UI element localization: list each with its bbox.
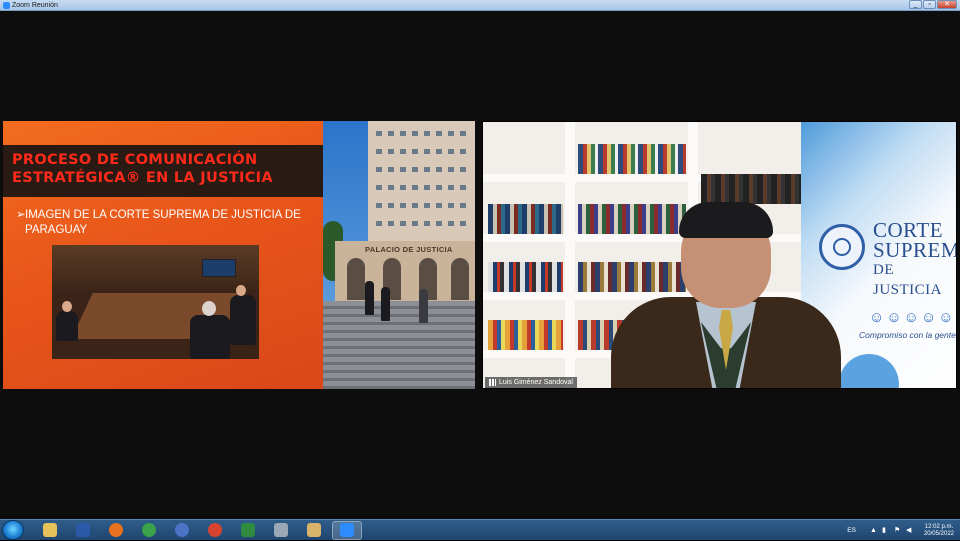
clock-date: 20/05/2022 bbox=[923, 530, 954, 537]
zoom-app-icon bbox=[3, 2, 10, 9]
slide-bullet-text: IMAGEN DE LA CORTE SUPREMA DE JUSTICIA D… bbox=[25, 209, 301, 236]
taskbar-file-explorer-button[interactable] bbox=[35, 521, 65, 540]
close-button[interactable]: ✕ bbox=[937, 0, 957, 9]
start-button[interactable] bbox=[2, 520, 24, 540]
palace-arch bbox=[347, 258, 365, 300]
minimize-button[interactable]: _ bbox=[909, 0, 922, 9]
photo-screen bbox=[202, 259, 236, 277]
taskbar-clock[interactable]: 12:02 p.m. 20/05/2022 bbox=[924, 524, 954, 538]
participant-name: Luis Giménez Sandoval bbox=[499, 379, 573, 386]
clock-time: 12:02 p.m. bbox=[924, 523, 954, 530]
zoom-icon bbox=[340, 523, 354, 537]
banner-line2: SUPREMA bbox=[873, 238, 956, 262]
photo-person-head bbox=[236, 285, 246, 296]
banner-tagline: Compromiso con la gente bbox=[859, 330, 956, 340]
window-titlebar: Zoom Reunión _ ▫ ✕ bbox=[0, 0, 960, 11]
banner-org-name: CORTE SUPREMA DE JUSTICIA bbox=[873, 218, 956, 300]
courtroom-photo bbox=[52, 245, 259, 359]
palace-sign: PALACIO DE JUSTICIA bbox=[365, 245, 453, 254]
banner-line3: DE JUSTICIA bbox=[873, 262, 943, 298]
window-controls: _ ▫ ✕ bbox=[908, 0, 957, 10]
speaker-hair bbox=[679, 202, 773, 238]
system-tray: ES ▲ ▮ ⚑ ◀ 12:02 p.m. 20/05/2022 bbox=[847, 520, 960, 541]
sun-logo-icon bbox=[839, 354, 899, 388]
taskbar-chrome-button[interactable] bbox=[134, 521, 164, 540]
palace-arch bbox=[451, 258, 469, 300]
language-indicator[interactable]: ES bbox=[847, 527, 856, 534]
court-seal-icon bbox=[819, 224, 865, 270]
participant-name-tag: Luis Giménez Sandoval bbox=[485, 377, 577, 388]
photo-person-head bbox=[62, 301, 72, 312]
audio-signal-icon bbox=[489, 379, 496, 386]
window-title: Zoom Reunión bbox=[12, 2, 58, 9]
flag-icon[interactable]: ⚑ bbox=[894, 527, 901, 534]
taskbar-people-button[interactable] bbox=[167, 521, 197, 540]
file-explorer-icon bbox=[43, 523, 57, 537]
windows-taskbar: ES ▲ ▮ ⚑ ◀ 12:02 p.m. 20/05/2022 bbox=[0, 519, 960, 540]
photo-pedestrian bbox=[381, 287, 390, 321]
chrome-icon bbox=[208, 523, 222, 537]
shared-slide: PROCESO DE COMUNICACIÓN ESTRATÉGICA® EN … bbox=[3, 121, 475, 389]
taskbar-paint-button[interactable] bbox=[299, 521, 329, 540]
people-figures-icon: ☺☺☺☺☺ bbox=[869, 309, 956, 326]
calculator-icon bbox=[274, 523, 288, 537]
word-icon bbox=[76, 523, 90, 537]
taskbar-zoom-button[interactable] bbox=[332, 520, 362, 540]
photo-person bbox=[230, 295, 256, 345]
taskbar-apps bbox=[32, 520, 362, 540]
taskbar-calculator-button[interactable] bbox=[266, 521, 296, 540]
slide-title: PROCESO DE COMUNICACIÓN ESTRATÉGICA® EN … bbox=[12, 152, 273, 186]
people-icon bbox=[175, 523, 189, 537]
chrome-icon bbox=[142, 523, 156, 537]
photo-pedestrian bbox=[419, 289, 428, 323]
maximize-button[interactable]: ▫ bbox=[923, 0, 936, 9]
tray-chevron-icon[interactable]: ▲ bbox=[870, 527, 877, 534]
photo-person bbox=[56, 311, 78, 341]
taskbar-firefox-button[interactable] bbox=[101, 521, 131, 540]
paint-icon bbox=[307, 523, 321, 537]
photo-person bbox=[190, 315, 230, 359]
banner-line1: CORTE bbox=[873, 218, 944, 242]
taskbar-excel-button[interactable] bbox=[233, 521, 263, 540]
photo-person-head bbox=[202, 301, 216, 316]
taskbar-word-button[interactable] bbox=[68, 521, 98, 540]
network-icon[interactable]: ▮ bbox=[882, 527, 889, 534]
speaker-video-tile[interactable]: CORTE SUPREMA DE JUSTICIA ☺☺☺☺☺ Compromi… bbox=[482, 121, 957, 389]
palace-stairs bbox=[323, 301, 475, 389]
firefox-icon bbox=[109, 523, 123, 537]
excel-icon bbox=[241, 523, 255, 537]
palace-photo: PALACIO DE JUSTICIA bbox=[323, 121, 475, 389]
photo-pedestrian bbox=[365, 281, 374, 315]
taskbar-chrome-button[interactable] bbox=[200, 521, 230, 540]
volume-icon[interactable]: ◀ bbox=[906, 527, 913, 534]
